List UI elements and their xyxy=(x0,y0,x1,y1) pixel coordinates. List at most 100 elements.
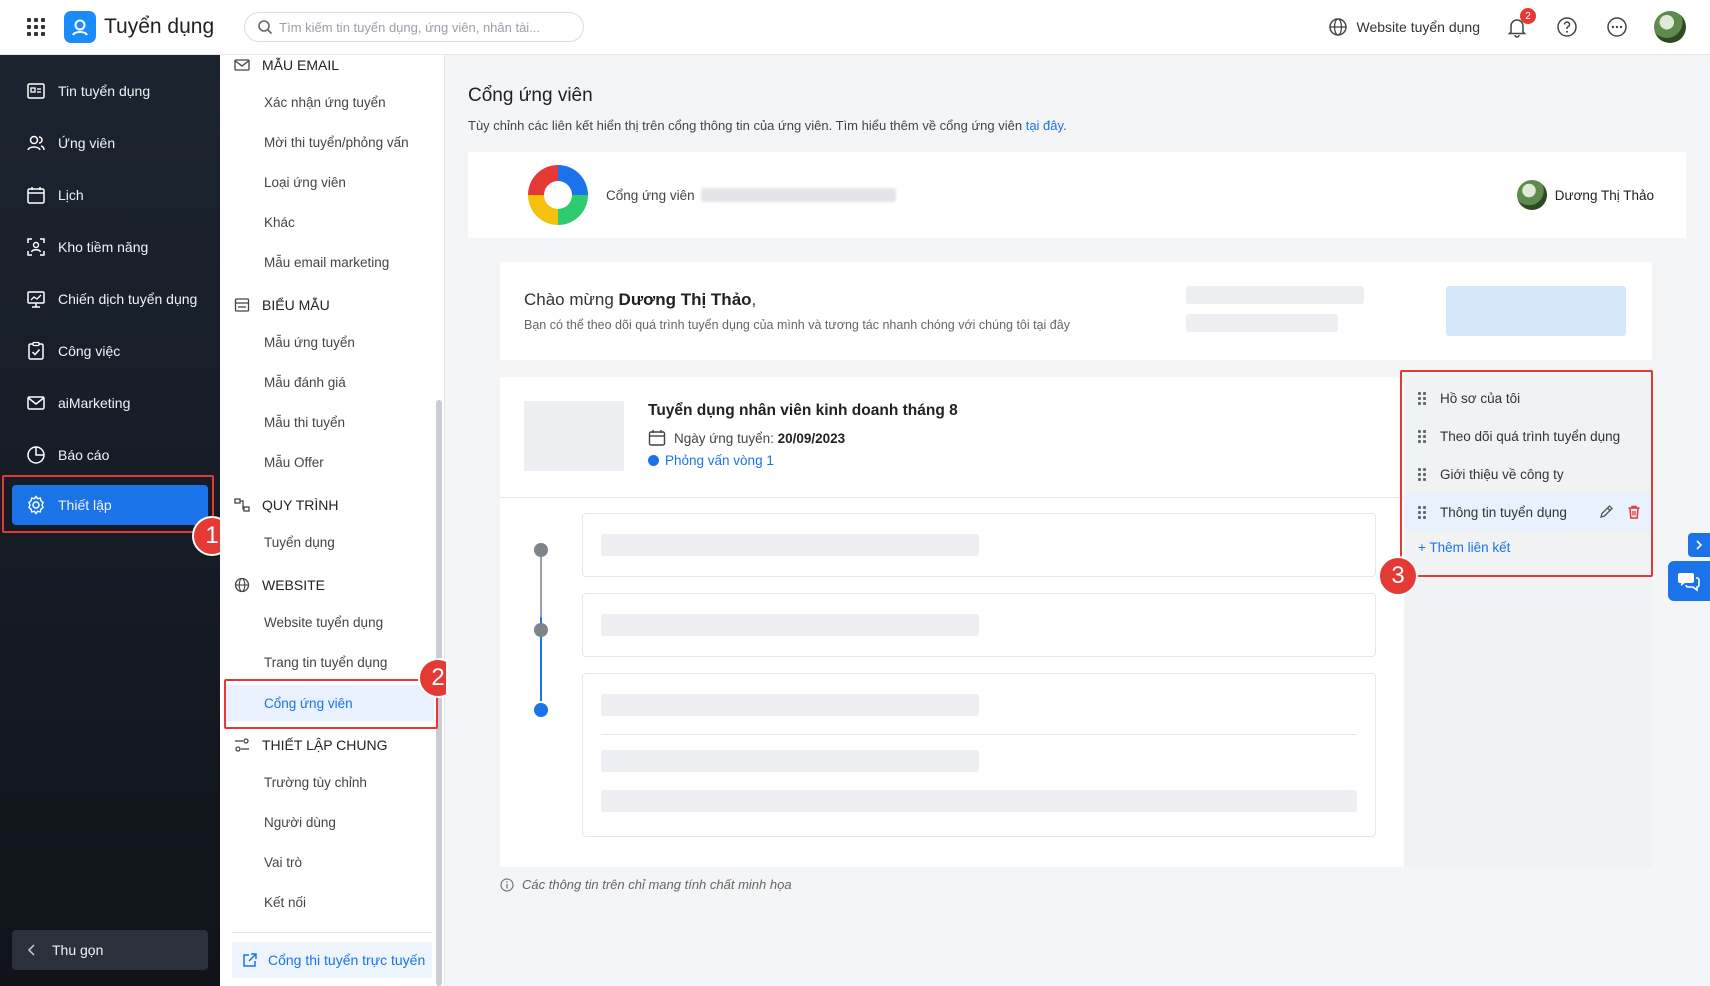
calendar-icon xyxy=(27,187,45,204)
report-icon xyxy=(27,446,45,464)
highlight-links-panel xyxy=(1400,370,1653,577)
timeline-dot xyxy=(534,623,548,637)
portal-user: Dương Thị Thảo xyxy=(1516,180,1654,210)
menu-item-evaluation-form[interactable]: Mẫu đánh giá xyxy=(264,375,346,390)
expand-panel-button[interactable] xyxy=(1688,533,1710,557)
online-exam-portal-link[interactable]: Cổng thi tuyển trực tuyến xyxy=(232,942,432,978)
timeline-dot xyxy=(534,543,548,557)
menu-item-exam-form[interactable]: Mẫu thi tuyển xyxy=(264,415,345,430)
learn-more-link[interactable]: tại đây xyxy=(1026,118,1063,133)
sidebar-item-talent-pool[interactable]: Kho tiềm năng xyxy=(12,227,208,267)
section-forms: BIỂU MẪU xyxy=(234,297,330,313)
menu-item-other[interactable]: Khác xyxy=(264,215,295,230)
collapse-label: Thu gọn xyxy=(52,942,104,958)
section-process: QUY TRÌNH xyxy=(234,497,339,513)
welcome-title: Chào mừng Dương Thị Thảo, xyxy=(524,290,756,310)
notification-badge: 2 xyxy=(1520,8,1536,24)
notifications-button[interactable]: 2 xyxy=(1504,8,1536,40)
form-icon xyxy=(234,298,250,312)
menu-item-job-page[interactable]: Trang tin tuyển dụng xyxy=(264,655,387,670)
skeleton-bar xyxy=(601,790,1357,812)
card-divider xyxy=(500,497,1404,498)
talent-pool-icon xyxy=(27,238,45,256)
recruitment-logo-icon xyxy=(64,11,96,43)
sidebar-item-label: aiMarketing xyxy=(58,395,131,411)
welcome-prefix: Chào mừng xyxy=(524,290,619,309)
menu-item-recruitment-process[interactable]: Tuyển dụng xyxy=(264,535,335,550)
online-exam-portal-label: Cổng thi tuyển trực tuyến xyxy=(268,952,426,968)
menu-item-roles[interactable]: Vai trò xyxy=(264,855,302,870)
menu-item-career-website[interactable]: Website tuyển dụng xyxy=(264,615,383,630)
calendar-icon xyxy=(648,430,666,446)
menu-item-email-marketing[interactable]: Mẫu email marketing xyxy=(264,255,389,270)
more-button[interactable] xyxy=(1604,14,1630,40)
brand-name: Tuyển dụng xyxy=(104,15,215,38)
skeleton-bar xyxy=(601,614,979,636)
top-bar: Tuyển dụng Website tuyển dụng 2 xyxy=(0,0,1710,55)
menu-item-connections[interactable]: Kết nối xyxy=(264,895,306,910)
info-icon xyxy=(500,877,514,892)
search-box[interactable] xyxy=(244,12,585,42)
job-thumbnail xyxy=(524,401,624,471)
menu-item-reject-candidate[interactable]: Loại ứng viên xyxy=(264,175,346,190)
sidebar-item-candidates[interactable]: Ứng viên xyxy=(12,123,208,163)
menu-item-apply-confirmation[interactable]: Xác nhận ứng tuyển xyxy=(264,95,386,110)
help-button[interactable] xyxy=(1554,14,1580,40)
sidebar-item-tasks[interactable]: Công việc xyxy=(12,331,208,371)
sidebar-item-aimarketing[interactable]: aiMarketing xyxy=(12,383,208,423)
section-title: BIỂU MẪU xyxy=(262,297,330,313)
menu-item-offer-form[interactable]: Mẫu Offer xyxy=(264,455,324,470)
disclaimer: Các thông tin trên chỉ mang tính chất mi… xyxy=(500,877,792,892)
apps-grid-icon xyxy=(27,18,45,36)
sidebar-item-calendar[interactable]: Lịch xyxy=(12,175,208,215)
search-input[interactable] xyxy=(279,19,570,35)
apps-grid-button[interactable] xyxy=(0,0,72,55)
sidebar-item-label: Công việc xyxy=(58,343,121,359)
help-icon xyxy=(1557,17,1577,37)
website-link[interactable]: Website tuyển dụng xyxy=(1327,16,1480,38)
brand[interactable]: Tuyển dụng xyxy=(64,11,214,43)
menu-item-interview-invite[interactable]: Mời thi tuyển/phỏng vấn xyxy=(264,135,409,150)
menu-item-custom-fields[interactable]: Trường tùy chỉnh xyxy=(264,775,367,790)
sidebar-item-reports[interactable]: Báo cáo xyxy=(12,435,208,475)
sidebar-item-label: Tin tuyển dụng xyxy=(58,83,151,99)
apply-date: Ngày ứng tuyển: 20/09/2023 xyxy=(648,429,845,447)
skeleton-bar xyxy=(601,750,979,772)
user-avatar[interactable] xyxy=(1654,11,1686,43)
description-end: . xyxy=(1063,118,1067,133)
section-title: WEBSITE xyxy=(262,577,326,593)
timeline-dot-current xyxy=(534,703,548,717)
description-text: Tùy chỉnh các liên kết hiển thị trên cổn… xyxy=(468,118,1026,133)
section-title: QUY TRÌNH xyxy=(262,497,339,513)
company-logo xyxy=(528,165,588,225)
portal-user-avatar xyxy=(1516,180,1547,210)
sidebar-item-job-posts[interactable]: Tin tuyển dụng xyxy=(12,71,208,111)
skeleton-bar xyxy=(601,534,979,556)
section-title: THIẾT LẬP CHUNG xyxy=(262,737,388,753)
menu-item-users[interactable]: Người dùng xyxy=(264,815,336,830)
globe-icon xyxy=(234,577,250,593)
section-website: WEBSITE xyxy=(234,577,325,593)
disclaimer-text: Các thông tin trên chỉ mang tính chất mi… xyxy=(522,877,792,892)
divider xyxy=(601,734,1357,735)
skeleton-bar xyxy=(1186,286,1364,304)
portal-label-text: Cổng ứng viên xyxy=(606,187,695,203)
page-description: Tùy chỉnh các liên kết hiển thị trên cổn… xyxy=(468,118,1067,133)
highlight-settings xyxy=(2,475,214,533)
timeline-card xyxy=(582,513,1376,577)
portal-user-name: Dương Thị Thảo xyxy=(1554,187,1654,203)
timeline-card xyxy=(582,673,1376,837)
welcome-suffix: , xyxy=(751,290,757,309)
chat-button[interactable] xyxy=(1668,561,1710,601)
apply-date-value: 20/09/2023 xyxy=(777,430,846,446)
collapse-sidebar-button[interactable]: Thu gọn xyxy=(12,930,208,970)
sidebar-item-campaigns[interactable]: Chiến dịch tuyển dụng xyxy=(12,279,208,319)
mail-icon xyxy=(234,59,250,71)
settings-menu: MẪU EMAIL Xác nhận ứng tuyển Mời thi tuy… xyxy=(220,55,445,986)
menu-item-apply-form[interactable]: Mẫu ứng tuyển xyxy=(264,335,355,350)
sidebar-item-label: Chiến dịch tuyển dụng xyxy=(58,291,198,307)
job-title: Tuyển dụng nhân viên kinh doanh tháng 8 xyxy=(648,402,958,419)
chevron-left-icon xyxy=(27,944,35,956)
skeleton-bar xyxy=(1186,314,1338,332)
portal-header: Cổng ứng viên Dương Thị Thảo xyxy=(468,152,1686,238)
